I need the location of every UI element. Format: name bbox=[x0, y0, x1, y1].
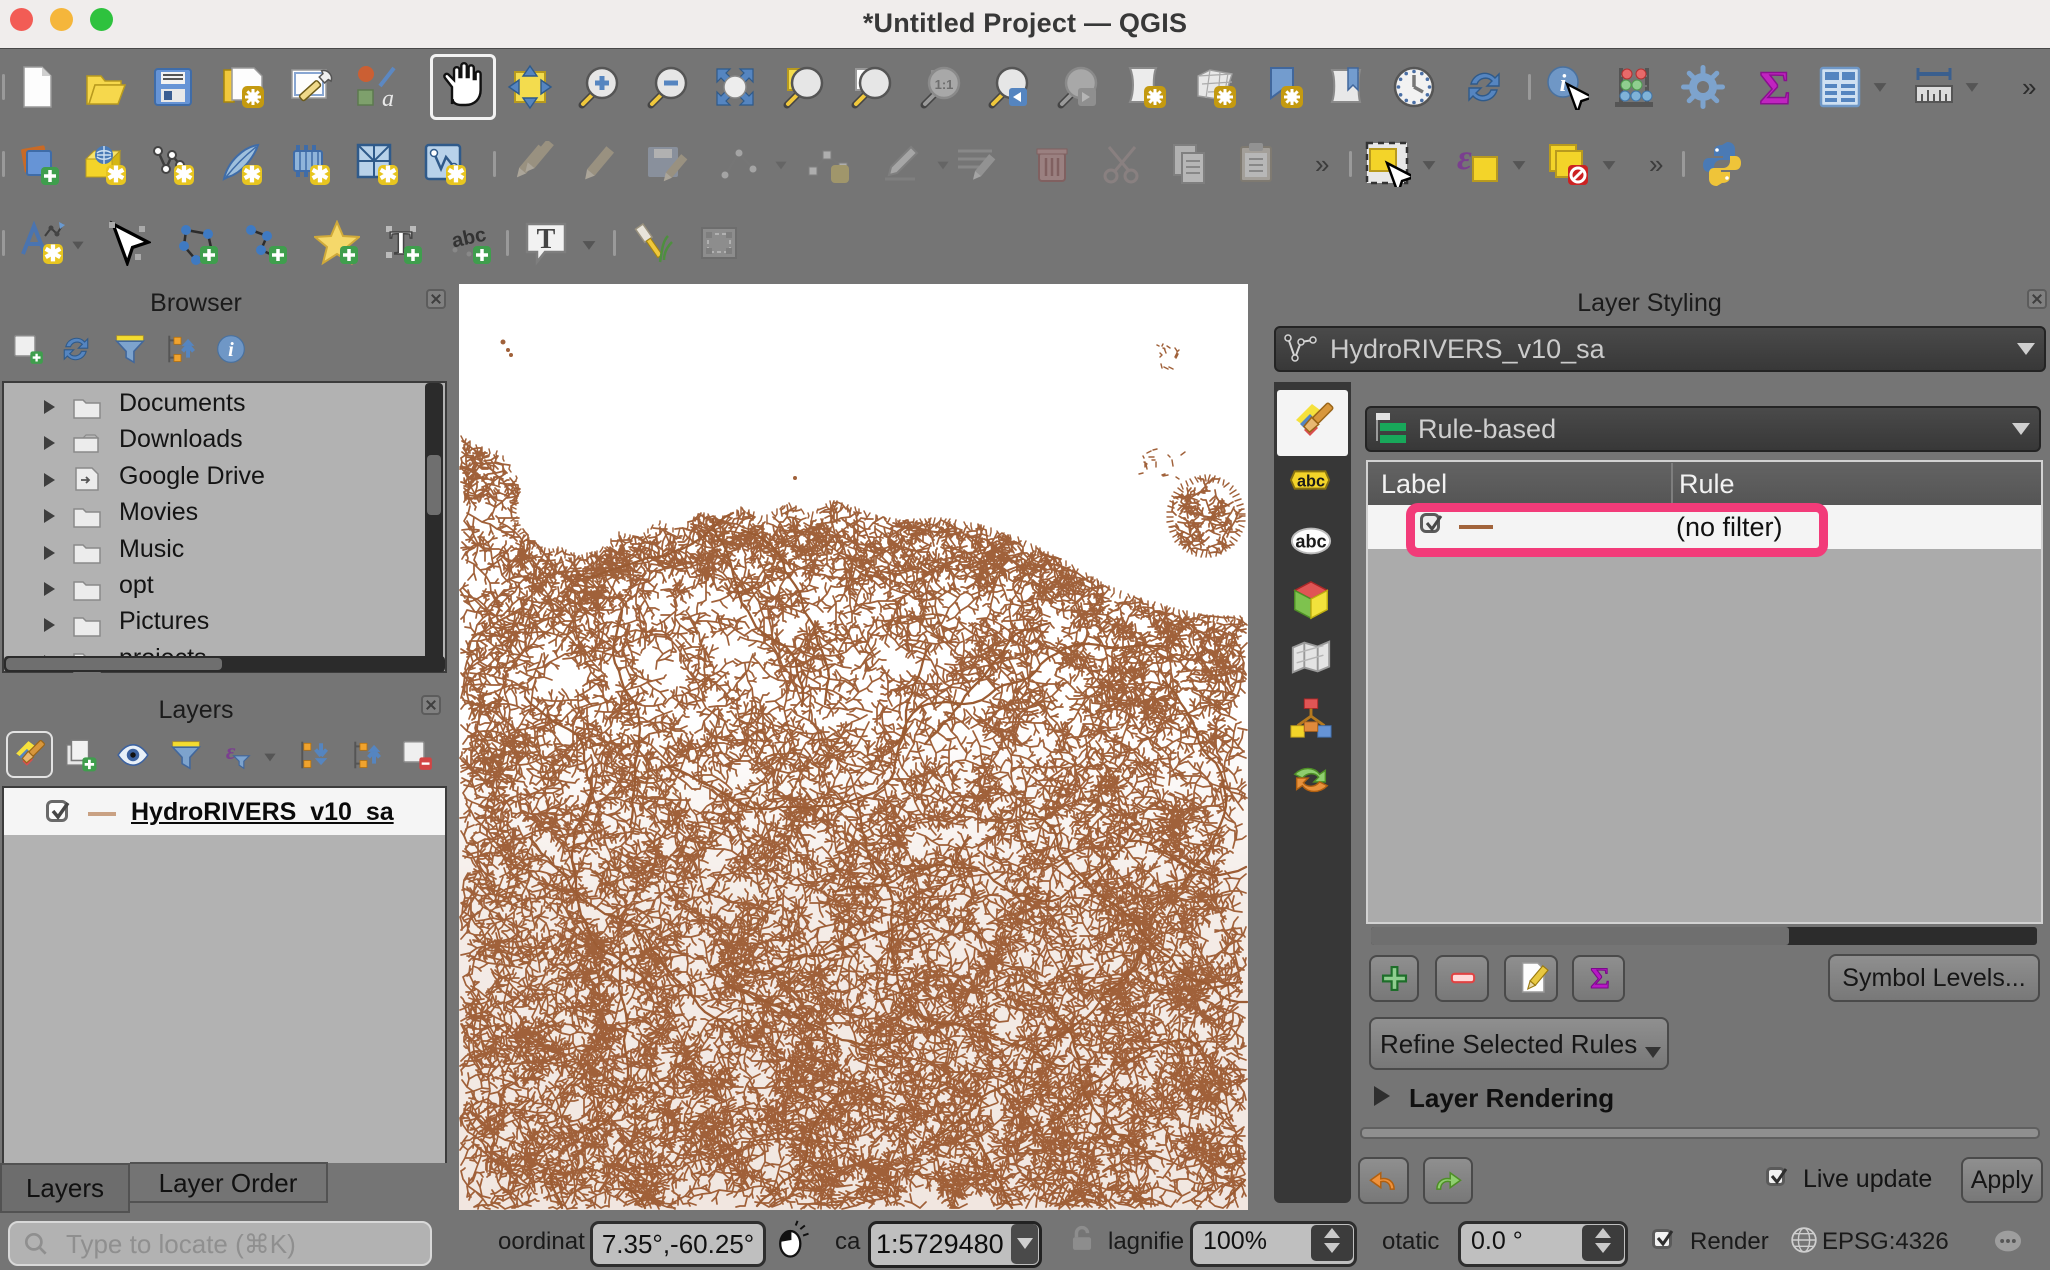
svg-text:abc: abc bbox=[1297, 473, 1325, 491]
svg-text:Σ: Σ bbox=[1590, 963, 1609, 994]
svg-text:i: i bbox=[228, 339, 234, 361]
svg-text:✱: ✱ bbox=[379, 162, 397, 187]
svg-text:ε: ε bbox=[226, 739, 236, 765]
svg-text:ε: ε bbox=[1457, 141, 1472, 177]
svg-text:✱: ✱ bbox=[243, 162, 261, 187]
svg-text:a: a bbox=[382, 86, 394, 110]
svg-text:✱: ✱ bbox=[447, 162, 465, 187]
svg-text:1:1: 1:1 bbox=[935, 77, 954, 92]
svg-text:i: i bbox=[1560, 71, 1567, 97]
svg-text:✱: ✱ bbox=[311, 162, 329, 187]
svg-text:T: T bbox=[537, 224, 556, 255]
svg-text:Σ: Σ bbox=[1759, 64, 1790, 110]
svg-text:✱: ✱ bbox=[107, 162, 125, 187]
svg-text:✱: ✱ bbox=[44, 241, 62, 266]
svg-text:✱: ✱ bbox=[175, 162, 193, 187]
svg-text:abc: abc bbox=[1295, 532, 1326, 552]
